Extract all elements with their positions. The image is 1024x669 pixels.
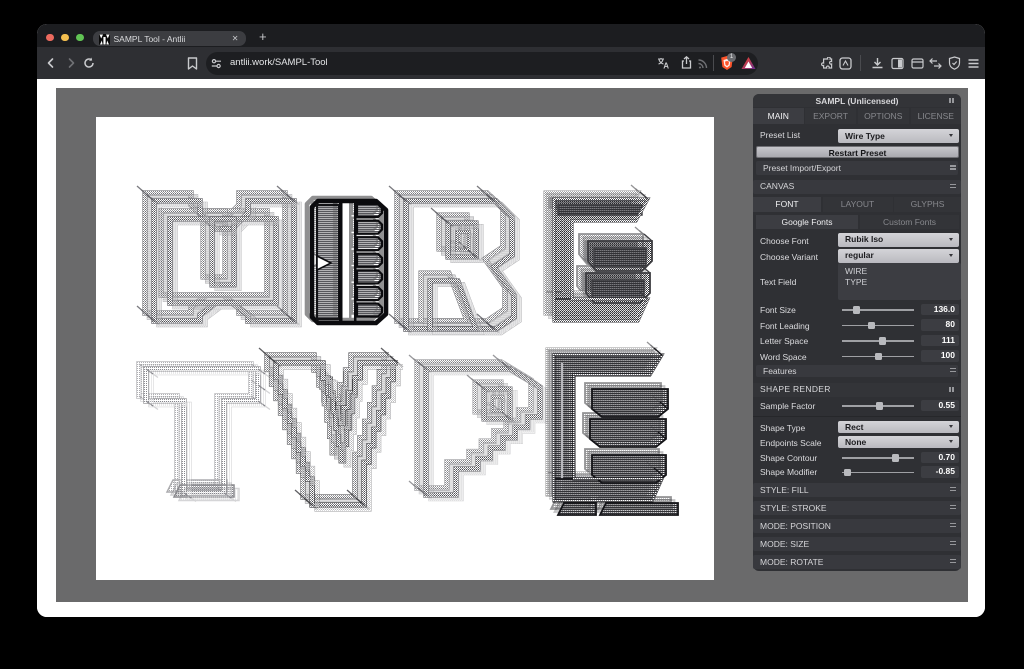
svg-text:A: A xyxy=(663,62,669,70)
